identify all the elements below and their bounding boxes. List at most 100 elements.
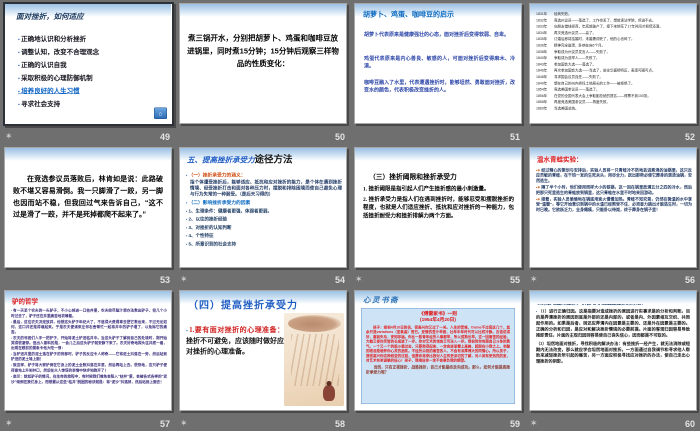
bullet-item: 隔了半个小时，他们使用同样大小的铁锅，这一回在锅里放满五分之四的冷水，然后把那只…: [536, 185, 692, 195]
list-item: 1. 挫折阈限是指引起人们产生挫折感的最小刺激量。: [363, 185, 490, 192]
lead-text-red: 1.要有面对挫折的心理准备：: [189, 326, 284, 335]
slide-cell-59: 心灵书斋 《傅雷家书》一则 (1954年4月20日) 孩子：接到4月10日的信，…: [350, 287, 525, 431]
animation-indicator-icon[interactable]: ✶: [180, 274, 188, 285]
animation-indicator-icon[interactable]: ✶: [530, 418, 538, 429]
slide-53-strip: 53: [0, 271, 175, 287]
slide-49-thumbnail[interactable]: 面对挫折，如何适应 正确地认识和分析挫折 调整认知，改变不合理观念 正确的认识自…: [3, 2, 174, 126]
section-heading: （一）挫折承受力的涵义：: [186, 171, 342, 178]
slide-51-strip: 51: [350, 128, 525, 144]
list-item: 5、所意识到的社会支持: [186, 240, 342, 247]
slide-cell-50: 煮三锅开水，分别把胡萝卜、鸡蛋和咖啡豆放进锅里，同时煮15分钟；15分钟后观察三…: [175, 0, 350, 144]
illustration-figure-bottom: [323, 381, 335, 402]
bullet-item: 正确的认识自我: [18, 60, 166, 70]
list-item: 4、个性特征: [186, 232, 342, 239]
slide-cell-55: （三）挫折阈限和挫折承受力 1. 挫折阈限是指引起人们产生挫折感的最小刺激量。 …: [350, 144, 525, 288]
letter-date: (1954年4月20日): [420, 317, 456, 324]
bullet-item: 正确地认识和分析挫折: [18, 34, 166, 44]
list-item: 1、生理条件：健康者更强，体弱者更弱。: [186, 207, 342, 214]
section-heading: （二）影响挫折承受力的因素: [186, 198, 342, 206]
slide-number: 58: [334, 419, 345, 429]
slide-template-band: [5, 147, 171, 161]
slide-number: 55: [509, 275, 520, 286]
bullet-item: 最后，这位农夫决定放弃，他想这头驴子年纪大了，不值得大费周章去把它救出来，不过无…: [11, 320, 167, 335]
slide-template-band: [530, 291, 696, 305]
slide-template-band: [180, 4, 346, 17]
slide-52-thumbnail[interactable]: 1831年 经商失败。 1832年 竞选州议员——落选了，工作也丢了，想就读法学院，…: [529, 3, 697, 124]
title-part-black: 途径方法: [254, 154, 293, 165]
slide-56-bullet-list: 经过精心的策划与安排后，实验人员将一只青蛙冷不防地丢进煮沸的油锅里，这只反应灵敏…: [536, 168, 692, 214]
cliff-rope-illustration: [284, 313, 344, 407]
paragraph: （2）坦然地面对挫折，寻找积极的解决办法：有些挫折一经产生，就无法消除或短期内无…: [536, 341, 690, 365]
table-row: 1860年 当选美国总统。: [536, 106, 579, 111]
animation-indicator-icon[interactable]: ✶: [180, 418, 188, 429]
slide-55-thumbnail[interactable]: （三）挫折阈限和挫折承受力 1. 挫折阈限是指引起人们产生挫折感的最小刺激量。 …: [354, 146, 522, 268]
slide-54-title: 五、提高挫折承受力途径方法: [187, 152, 293, 166]
lincoln-timeline-table: 1831年 经商失败。 1832年 竞选州议员——落选了，工作也丢了，想就读法学院，…: [536, 12, 694, 113]
slide-number: 57: [159, 419, 170, 429]
slide-cell-54: 五、提高挫折承受力途径方法 （一）挫折承受力的涵义： 指个体遭受挫折后，能够适应…: [175, 144, 350, 288]
slide-number: 52: [684, 131, 695, 142]
slide-59-thumbnail[interactable]: 心灵书斋 《傅雷家书》一则 (1954年4月20日) 孩子：接到4月10日的信，…: [354, 290, 522, 412]
bullet-item: 启示：就如驴子的情况，在生命的旅程中，有时候我们难免会陷入“枯井”里，会被各式各…: [11, 374, 167, 384]
slide-cell-52: 1831年 经商失败。 1832年 竞选州议员——落选了，工作也丢了，想就读法学院，…: [525, 0, 700, 144]
slide-cell-51: 胡萝卜、鸡蛋、咖啡豆的启示 胡萝卜代表原来是健康强壮的心态，面对挫折后变得软弱、…: [350, 0, 525, 144]
slide-58-body-text: 1.要有面对挫折的心理准备： 挫折不可避免，应该随时做好应对挫折的心理准备。: [186, 325, 284, 358]
slide-59-title: 心灵书斋: [363, 296, 400, 305]
slide-51-thumbnail[interactable]: 胡萝卜、鸡蛋、咖啡豆的启示 胡萝卜代表原来是健康强壮的心态，面对挫折后变得软弱、…: [354, 3, 522, 124]
slide-54-strip: ✶ 54: [175, 271, 350, 287]
list-item: 3、对挫折的认知判断: [186, 224, 342, 231]
slide-57-strip: ✶ 57: [0, 415, 175, 431]
slide-sorter-view: 面对挫折，如何适应 正确地认识和分析挫折 调整认知，改变不合理观念 正确的认识自…: [0, 0, 700, 431]
slide-57-title: 驴的哲学: [12, 297, 39, 306]
home-action-button-icon: ⌂: [154, 107, 167, 119]
slide-55-strip: ✶ 55: [350, 271, 525, 287]
slide-cell-56: 温水青蛙实验： 经过精心的策划与安排后，实验人员将一只青蛙冷不防地丢进煮沸的油锅…: [525, 144, 700, 288]
slide-50-thumbnail[interactable]: 煮三锅开水，分别把胡萝卜、鸡蛋和咖啡豆放进锅里，同时煮15分钟；15分钟后观察三…: [179, 3, 347, 124]
paragraph: 咖啡豆融入了水里，代表遭遇挫折时，能够坦然、勇敢面对挫折，改变水的颜色，代表积极…: [364, 80, 515, 93]
animation-indicator-icon[interactable]: ✶: [355, 274, 363, 285]
slide-number: 59: [509, 419, 520, 429]
paragraph: 胡萝卜代表原来是健康强壮的心态，面对挫折后变得软弱、自卑。: [364, 32, 509, 38]
bullet-item: 采取积极的心理防御机制: [18, 73, 166, 83]
animation-indicator-icon[interactable]: ✶: [530, 274, 538, 285]
slide-number: 50: [334, 131, 345, 142]
slide-cell-60: 2.勇敢地面对挫折，积极地寻找战胜挫折的方法： （1）进行正确归因。这是指要对造…: [525, 287, 700, 431]
slide-cell-53: 在竞选参议员落败后，林肯如是说：此路破败不堪又容易滑倒。我一只脚滑了一跤，另一脚…: [0, 144, 175, 288]
slide-50-body-text: 煮三锅开水，分别把胡萝卜、鸡蛋和咖啡豆放进锅里，同时煮15分钟；15分钟后观察三…: [187, 34, 339, 68]
slide-54-thumbnail[interactable]: 五、提高挫折承受力途径方法 （一）挫折承受力的涵义： 指个体遭受挫折后，能够适应…: [179, 146, 347, 268]
bullet-item: 寻求社会支持: [18, 99, 166, 109]
slide-57-bullet-list: 有一天某个农夫的一头驴子，不小心掉进一口枯井里，农夫绞尽脑汁想办法救出驴子，但几…: [11, 308, 167, 385]
bullet-item: 就这样，驴子将大家铲倒在它身上的泥土全数抖落在井底，然后再站上去。很快地，这只驴…: [11, 363, 167, 373]
slide-number: 56: [684, 275, 695, 286]
section-body: 指个体遭受挫折后，能够适应、抵抗和应对挫折的能力，是个体在遇到挫折情境、经受挫折…: [190, 179, 342, 197]
slide-60-thumbnail[interactable]: 2.勇敢地面对挫折，积极地寻找战胜挫折的方法： （1）进行正确归因。这是指要对造…: [529, 290, 697, 412]
slide-56-title: 温水青蛙实验：: [537, 155, 583, 163]
illustration-rope-lines: [291, 334, 339, 387]
slide-number: 54: [334, 275, 345, 286]
bullet-item: 当铲进井里的泥土落在驴子的背部时，驴子的反应令人称奇——它将泥土抖落在一旁，然后…: [11, 352, 167, 362]
slide-template-band: [355, 147, 521, 161]
bullet-item: 接着，实验人员偷偷地在锅底用炭火慢慢加热。青蛙不知究竟，仍然在微温的水中享受“温…: [536, 197, 692, 213]
slide-cell-58: （四）提高挫折承受力 1.要有面对挫折的心理准备： 挫折不可避免，应该随时做好应对…: [175, 287, 350, 431]
bullet-item: 调整认知，改变不合理观念: [18, 47, 166, 57]
letter-body: 孩子：接到4月10日的信，很高兴你又过了一关。人生的苦难，theme不过是这几个…: [366, 326, 510, 363]
letter-footer: 当然，只有正视挫折、战胜挫折，自己才能最终走向成功。那么，如何才能提高挫折承受力…: [366, 365, 510, 375]
slide-55-list: 1. 挫折阈限是指引起人们产生挫折感的最小刺激量。 2. 挫折承受力是指人们在遇…: [363, 185, 514, 222]
slide-53-thumbnail[interactable]: 在竞选参议员落败后，林肯如是说：此路破败不堪又容易滑倒。我一只脚滑了一跤，另一脚…: [4, 146, 172, 268]
animation-indicator-icon[interactable]: ✶: [5, 418, 13, 429]
bullet-item: 农夫的邻居们人手一把铲子，开始将泥土铲进枯井中。当这头驴子了解到自己的处境时，刚…: [11, 336, 167, 351]
slide-55-title: （三）挫折阈限和挫折承受力: [369, 172, 457, 181]
slide-52-strip: 52: [525, 128, 700, 144]
slide-58-thumbnail[interactable]: （四）提高挫折承受力 1.要有面对挫折的心理准备： 挫折不可避免，应该随时做好应对…: [179, 290, 347, 412]
rest-text-black: 挫折不可避免，应该随时做好应对挫折的心理准备。: [186, 337, 284, 357]
slide-56-thumbnail[interactable]: 温水青蛙实验： 经过精心的策划与安排后，实验人员将一只青蛙冷不防地丢进煮沸的油锅…: [529, 146, 697, 268]
slide-58-strip: ✶ 58: [175, 415, 350, 431]
letter-excerpt-box: 《傅雷家书》一则 (1954年4月20日) 孩子：接到4月10日的信，很高兴你又…: [361, 308, 515, 405]
list-item: 2. 挫折承受力是指人们在遇到挫折时，能够忍受和摆脱挫折的程度，也就是人们适应挫…: [363, 195, 514, 219]
illustration-figure-top: [288, 315, 341, 333]
list-item: 2、以往的挫折经验: [186, 215, 342, 222]
slide-56-strip: ✶ 56: [525, 271, 700, 287]
slide-57-thumbnail[interactable]: 驴的哲学 有一天某个农夫的一头驴子，不小心掉进一口枯井里，农夫绞尽脑汁想办法救出…: [4, 290, 172, 412]
slide-cell-57: 驴的哲学 有一天某个农夫的一头驴子，不小心掉进一口枯井里，农夫绞尽脑汁想办法救出…: [0, 287, 175, 431]
animation-indicator-icon[interactable]: ✶: [5, 131, 13, 142]
